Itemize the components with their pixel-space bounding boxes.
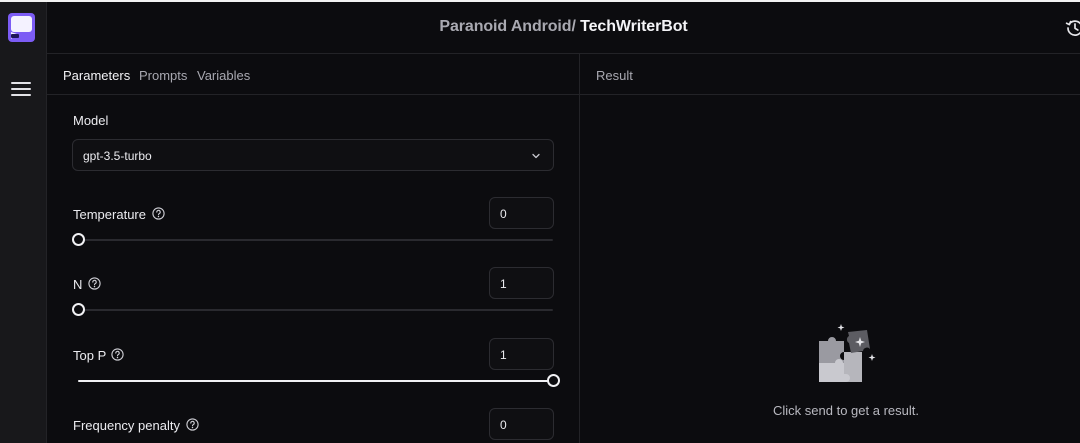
app-logo[interactable] — [8, 13, 35, 42]
panel-divider — [579, 54, 580, 443]
breadcrumb-project[interactable]: Paranoid Android/ — [439, 18, 575, 35]
top-p-label: Top P — [73, 348, 107, 363]
top-header: Paranoid Android/ TechWriterBot — [47, 2, 1080, 54]
frequency-penalty-label: Frequency penalty — [73, 418, 180, 433]
menu-icon[interactable] — [11, 82, 31, 98]
top-p-input[interactable]: 1 — [489, 338, 554, 370]
history-icon[interactable] — [1065, 18, 1080, 38]
tab-parameters[interactable]: Parameters — [63, 68, 130, 83]
page-title: Paranoid Android/ TechWriterBot — [47, 18, 1080, 36]
temperature-slider[interactable] — [72, 233, 553, 246]
n-label: N — [73, 277, 83, 292]
app-window: Paranoid Android/ TechWriterBot Paramete… — [0, 0, 1080, 443]
panel-tabs: Parameters Prompts Variables — [47, 54, 579, 95]
top-p-slider[interactable] — [78, 374, 560, 387]
left-rail — [0, 2, 47, 443]
result-header: Result — [580, 54, 1080, 95]
model-select-value: gpt-3.5-turbo — [83, 149, 152, 163]
menu-bar — [11, 82, 31, 84]
frequency-penalty-help-icon[interactable] — [186, 418, 199, 431]
n-slider[interactable] — [72, 303, 553, 316]
menu-bar — [11, 94, 31, 96]
temperature-help-icon[interactable] — [152, 207, 165, 220]
temperature-slider-thumb[interactable] — [72, 233, 85, 246]
chevron-down-icon — [532, 153, 540, 159]
n-input[interactable]: 1 — [489, 267, 554, 299]
n-help-icon[interactable] — [88, 277, 101, 290]
model-label: Model — [73, 113, 109, 128]
empty-result-message: Click send to get a result. — [773, 403, 919, 418]
breadcrumb-current: TechWriterBot — [575, 18, 688, 35]
puzzle-pieces-icon — [819, 324, 876, 382]
top-p-help-icon[interactable] — [111, 348, 124, 361]
result-title: Result — [596, 68, 633, 83]
temperature-input[interactable]: 0 — [489, 197, 554, 229]
top-p-slider-fill — [78, 380, 553, 382]
menu-bar — [11, 88, 31, 90]
model-select[interactable]: gpt-3.5-turbo — [72, 139, 554, 171]
temperature-label: Temperature — [73, 207, 146, 222]
frequency-penalty-input[interactable]: 0 — [489, 408, 554, 440]
n-slider-thumb[interactable] — [72, 303, 85, 316]
tab-variables[interactable]: Variables — [197, 68, 250, 83]
top-p-slider-thumb[interactable] — [547, 374, 560, 387]
tab-prompts[interactable]: Prompts — [139, 68, 187, 83]
